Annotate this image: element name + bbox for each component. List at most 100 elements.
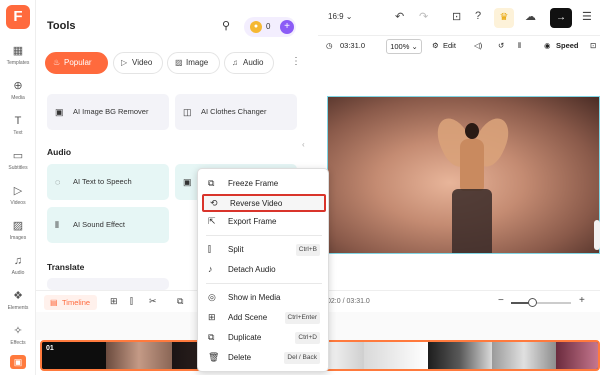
tool-card-ai-image-bg-remover[interactable]: ▣ AI Image BG Remover [47,94,169,130]
copy-icon[interactable]: ⧉ [177,296,183,307]
flip-icon[interactable]: ⫴ [518,41,521,51]
edit-icon: ⚙ [432,41,439,50]
menu-icon[interactable]: ☰ [582,10,592,23]
menu-divider [206,283,322,284]
tool-card-ai-clothes-changer[interactable]: ◫ AI Clothes Changer [175,94,297,130]
sidebar-item-elements[interactable]: ❖ Elements [0,289,36,311]
add-track-icon[interactable]: ⊞ [110,296,118,307]
edit-button[interactable]: Edit [443,41,456,50]
tool-card-label: AI Text to Speech [73,177,132,186]
timeline-button[interactable]: ▤ Timeline [44,295,98,310]
preview-side-handle[interactable] [594,220,600,250]
sidebar-item-label: Media [11,95,25,101]
clip-thumbnail [428,342,492,369]
tab-label: Audio [243,58,264,67]
sidebar-item-label: Text [13,130,23,136]
zoom-select[interactable]: 100% ⌄ [386,39,422,54]
tool-card-translate[interactable] [47,278,169,290]
speech-icon: ◌ [55,177,61,187]
sidebar-item-subtitles[interactable]: ▭ Subtitles [0,149,36,171]
subtitles-icon: ▭ [12,150,24,162]
sidebar-item-label: Videos [10,200,26,206]
menu-item-label: Detach Audio [228,265,276,274]
clip-thumbnail [556,342,598,369]
image-icon: ▨ [175,58,183,67]
preview-figure [465,123,479,139]
volume-icon[interactable]: ◁) [474,41,482,50]
tool-card-ai-text-to-speech[interactable]: ◌ AI Text to Speech [47,164,169,200]
bg-remover-icon: ▣ [55,107,64,117]
video-preview[interactable] [327,96,600,254]
crown-icon[interactable]: ♛ [494,8,514,28]
export-button[interactable]: → [550,8,572,28]
speed-button[interactable]: Speed [556,41,579,50]
tool-icon: ▣ [183,177,192,187]
tab-audio[interactable]: ♫ Audio [224,52,274,74]
menu-item-freeze-frame[interactable]: ⧉ Freeze Frame [198,175,330,193]
help-icon[interactable]: ? [475,10,481,22]
timeline-label: Timeline [62,298,91,307]
menu-item-label: Freeze Frame [228,179,279,188]
split-icon[interactable]: ⫿ [130,296,133,307]
sidebar-item-label: Effects [10,340,26,346]
cloud-icon[interactable]: ☁ [525,10,536,23]
templates-icon: ▦ [12,45,24,57]
menu-item-add-scene[interactable]: ⊞ Add Scene Ctrl+Enter [198,309,330,327]
zoom-in-icon[interactable]: + [579,295,585,306]
shortcut-badge: Ctrl+D [295,332,320,344]
shortcut-badge: Del / Back [284,352,320,364]
tab-video[interactable]: ▷ Video [113,52,163,74]
coins-pill[interactable]: ● 0 + [244,17,296,37]
tool-card-label: AI Clothes Changer [201,107,267,116]
redo-icon[interactable]: ↷ [419,10,428,23]
sidebar-item-images[interactable]: ▨ Images [0,219,36,241]
split-icon: ⫿ [208,244,211,254]
menu-item-detach-audio[interactable]: ♪ Detach Audio [198,261,330,279]
detach-audio-icon: ♪ [208,264,213,274]
menu-item-split[interactable]: ⫿ Split Ctrl+B [198,241,330,259]
more-tabs-icon[interactable]: ⋮ [291,56,301,67]
sidebar-item-audio[interactable]: ♫ Audio [0,254,36,276]
sidebar-item-effects[interactable]: ✧ Effects [0,324,36,346]
sidebar-item-label: Images [9,235,27,241]
undo-icon[interactable]: ↶ [395,10,404,23]
clock-icon: ◷ [326,41,333,50]
clip-thumbnail [106,342,172,369]
zoom-slider-knob[interactable] [528,298,537,307]
app-logo: F [6,5,30,29]
crop-icon[interactable]: ⊡ [590,41,596,50]
tab-label: Video [132,58,153,67]
clothes-icon: ◫ [183,107,192,117]
preview-toolbar: ◷ 03:31.0 100% ⌄ ⚙ Edit ◁) ↺ ⫴ ◉ Speed ⊡ [318,36,600,58]
menu-item-export-frame[interactable]: ⇱ Export Frame [198,213,330,231]
rotate-icon[interactable]: ↺ [498,41,504,50]
sidebar-item-media[interactable]: ⊕ Media [0,79,36,101]
reverse-icon: ⟲ [210,198,218,208]
menu-item-delete[interactable]: 🗑 Delete Del / Back [198,349,330,367]
clip-thumbnail [492,342,556,369]
search-icon[interactable]: ⚲ [222,19,230,32]
timeline-zoom-slider[interactable] [511,298,571,307]
sidebar-item-templates[interactable]: ▦ Templates [0,44,36,66]
sidebar-item-text[interactable]: T Text [0,114,36,136]
zoom-out-icon[interactable]: − [498,295,504,306]
aspect-ratio-select[interactable]: 16:9 ⌄ [328,12,353,21]
tab-label: Image [186,58,209,67]
sidebar-item-videos[interactable]: ▷ Videos [0,184,36,206]
export-frame-icon: ⇱ [208,216,216,226]
tool-card-ai-sound-effect[interactable]: ⦀ AI Sound Effect [47,207,169,243]
add-coins-button[interactable]: + [280,20,294,34]
screenshot-icon[interactable]: ⊡ [452,10,461,23]
menu-item-reverse-video[interactable]: ⟲ Reverse Video [202,194,326,212]
collapse-panel-icon[interactable]: ‹ [302,140,305,149]
menu-item-show-in-media[interactable]: ◎ Show in Media [198,289,330,307]
preview-figure [460,139,484,191]
tab-image[interactable]: ▨ Image [167,52,220,74]
menu-item-duplicate[interactable]: ⧉ Duplicate Ctrl+D [198,329,330,347]
shopping-bag-icon[interactable]: ▣ [10,355,26,369]
tab-popular[interactable]: ♨ Popular [45,52,108,74]
scissors-icon[interactable]: ✂ [149,296,157,307]
sidebar-item-label: Elements [7,305,29,311]
preview-figure [452,189,492,253]
trash-icon: 🗑 [208,352,220,362]
